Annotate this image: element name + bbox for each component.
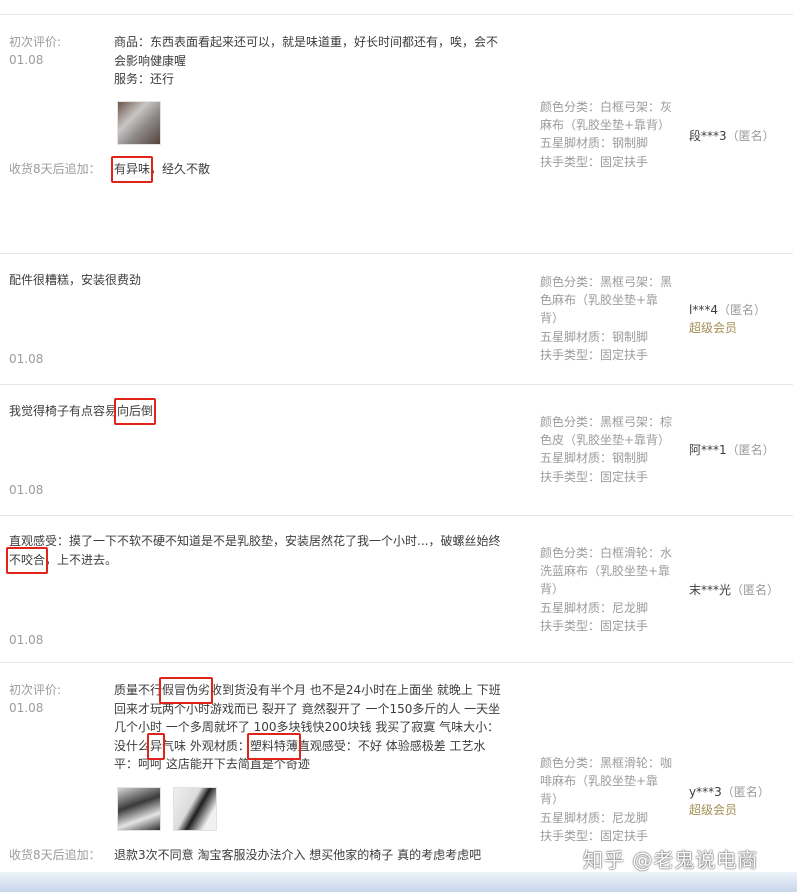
first-review-label: 初次评价: <box>9 35 62 49</box>
sku-armrest: 扶手类型：固定扶手 <box>540 618 649 633</box>
sku-info: 颜色分类：黑框弓架：棕色皮（乳胶坐垫+靠背） 五星脚材质：钢制脚 扶手类型：固定… <box>540 413 675 486</box>
sku-color: 颜色分类：黑框弓架：黑色麻布（乳胶坐垫+靠背） <box>540 275 673 326</box>
sku-info: 颜色分类：黑框滑轮：咖啡麻布（乳胶坐垫+靠背） 五星脚材质：尼龙脚 扶手类型：固… <box>540 754 675 845</box>
anonymous-tag: （匿名） <box>721 785 770 799</box>
review-text: 直观感受：摸了一下不软不硬不知道是不是乳胶垫，安装居然花了我一个小时...，破螺… <box>9 532 509 569</box>
review-date: 01.08 <box>9 701 44 715</box>
review-date-block: 初次评价: 01.08 <box>9 33 61 69</box>
highlight-box: 有异味 <box>114 162 151 176</box>
product-comment: 商品：东西表面看起来还可以，就是味道重，好长时间都还有，唉，会不会影响健康喔 <box>114 35 499 68</box>
sku-color: 颜色分类：白框滑轮：水洗蓝麻布（乳胶坐垫+靠背） <box>540 546 673 597</box>
sku-armrest: 扶手类型：固定扶手 <box>540 154 649 169</box>
review-item: 初次评价: 01.08 商品：东西表面看起来还可以，就是味道重，好长时间都还有，… <box>0 14 793 253</box>
followup-label: 收货8天后追加： <box>9 848 101 862</box>
followup-text: 退款3次不同意 淘宝客服没办法介入 想买他家的椅子 真的考虑考虑吧 <box>114 848 482 862</box>
reviewer: 段***3（匿名） <box>689 127 775 145</box>
sku-base: 五星脚材质：钢制脚 <box>540 329 649 344</box>
sku-info: 颜色分类：白框滑轮：水洗蓝麻布（乳胶坐垫+靠背） 五星脚材质：尼龙脚 扶手类型：… <box>540 544 675 635</box>
sku-base: 五星脚材质：尼龙脚 <box>540 810 649 825</box>
review-text: 质量不行假冒伪劣收到货没有半个月 也不是24小时在上面坐 就晚上 下班回来才玩两… <box>114 681 504 774</box>
reviewer-name: 末***光 <box>689 583 732 597</box>
highlight-box: 异 <box>150 738 163 753</box>
sku-armrest: 扶手类型：固定扶手 <box>540 347 649 362</box>
sku-info: 颜色分类：黑框弓架：黑色麻布（乳胶坐垫+靠背） 五星脚材质：钢制脚 扶手类型：固… <box>540 273 675 364</box>
review-item: 初次评价: 01.08 质量不行假冒伪劣收到货没有半个月 也不是24小时在上面坐… <box>0 662 793 873</box>
vip-badge: 超级会员 <box>689 803 738 817</box>
taskbar-strip <box>0 872 797 892</box>
review-text: 配件很糟糕，安装很费劲 <box>9 273 142 287</box>
sku-base: 五星脚材质：钢制脚 <box>540 136 649 151</box>
review-item: 直观感受：摸了一下不软不硬不知道是不是乳胶垫，安装居然花了我一个小时...，破螺… <box>0 515 793 662</box>
review-date: 01.08 <box>9 483 44 497</box>
sku-color: 颜色分类：白框弓架：灰麻布（乳胶坐垫+靠背） <box>540 100 673 133</box>
review-text-part: 质量不行 <box>114 683 163 697</box>
first-review-label: 初次评价: <box>9 683 62 697</box>
review-date: 01.08 <box>9 633 44 647</box>
sku-color: 颜色分类：黑框弓架：棕色皮（乳胶坐垫+靠背） <box>540 415 673 448</box>
review-date-block: 初次评价: 01.08 <box>9 681 61 717</box>
review-photo[interactable] <box>173 787 217 831</box>
anonymous-tag: （匿名） <box>731 583 780 597</box>
anonymous-tag: （匿名） <box>726 129 775 143</box>
reviewer-name: y***3 <box>689 785 722 799</box>
review-text-part: 气味 外观材质： <box>162 738 250 753</box>
reviewer: l***4（匿名） 超级会员 <box>689 301 766 337</box>
reviewer-name: 段***3 <box>689 129 727 143</box>
sku-info: 颜色分类：白框弓架：灰麻布（乳胶坐垫+靠背） 五星脚材质：钢制脚 扶手类型：固定… <box>540 98 675 171</box>
reviewer: 阿***1（匿名） <box>689 441 775 459</box>
review-text-end: ，上不进去。 <box>45 552 118 567</box>
sku-armrest: 扶手类型：固定扶手 <box>540 828 649 843</box>
review-item: 配件很糟糕，安装很费劲 01.08 颜色分类：黑框弓架：黑色麻布（乳胶坐垫+靠背… <box>0 253 793 384</box>
anonymous-tag: （匿名） <box>717 303 766 317</box>
review-text-start: 我觉得椅子有点容易 <box>9 404 118 418</box>
highlight-box: 向后倒 <box>117 404 154 418</box>
review-photo[interactable] <box>117 787 161 831</box>
reviewer-name: l***4 <box>689 303 718 317</box>
reviewer: 末***光（匿名） <box>689 581 779 599</box>
review-text: 我觉得椅子有点容易向后倒 <box>9 402 509 421</box>
anonymous-tag: （匿名） <box>726 443 775 457</box>
highlight-box: 不咬合 <box>9 552 46 567</box>
followup-rest: ，经久不散 <box>150 162 211 176</box>
review-photo[interactable] <box>117 101 161 145</box>
vip-badge: 超级会员 <box>689 321 738 335</box>
followup-label: 收货8天后追加： <box>9 162 101 176</box>
highlight-box: 塑料特薄 <box>249 738 298 753</box>
watermark: 知乎 @老鬼说电商 <box>583 848 759 872</box>
highlight-box: 假冒伪劣 <box>162 683 211 697</box>
reviewer: y***3（匿名） 超级会员 <box>689 783 770 819</box>
sku-armrest: 扶手类型：固定扶手 <box>540 469 649 484</box>
sku-color: 颜色分类：黑框滑轮：咖啡麻布（乳胶坐垫+靠背） <box>540 756 673 807</box>
review-text-start: 直观感受：摸了一下不软不硬不知道是不是乳胶垫，安装居然花了我一个小时...，破螺… <box>9 534 501 548</box>
followup-text: 有异味，经久不散 <box>114 160 504 179</box>
service-comment: 服务：还行 <box>114 72 175 86</box>
reviewer-name: 阿***1 <box>689 443 727 457</box>
review-date: 01.08 <box>9 53 44 67</box>
review-item: 我觉得椅子有点容易向后倒 01.08 颜色分类：黑框弓架：棕色皮（乳胶坐垫+靠背… <box>0 384 793 515</box>
sku-base: 五星脚材质：尼龙脚 <box>540 600 649 615</box>
review-text: 商品：东西表面看起来还可以，就是味道重，好长时间都还有，唉，会不会影响健康喔 服… <box>114 33 504 89</box>
sku-base: 五星脚材质：钢制脚 <box>540 451 649 466</box>
review-date: 01.08 <box>9 352 44 366</box>
